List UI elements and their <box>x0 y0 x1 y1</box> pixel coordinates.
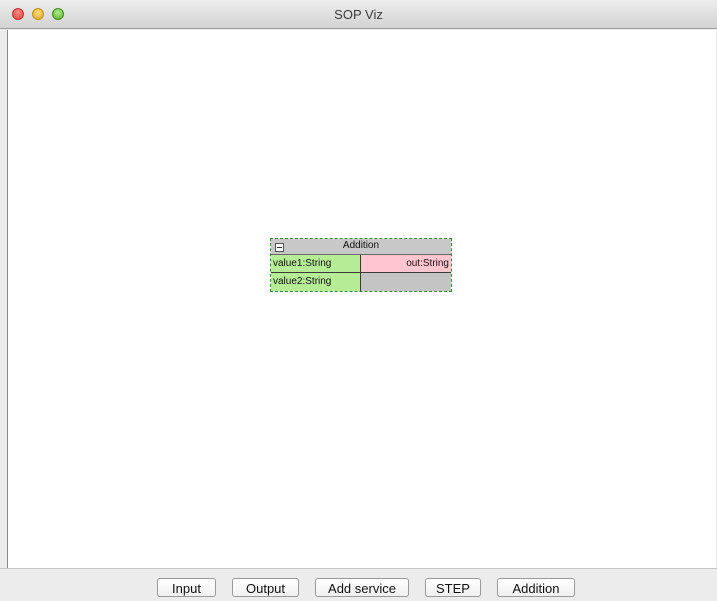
output-port-out[interactable]: out:String <box>361 255 451 273</box>
node-header[interactable]: Addition <box>271 239 451 255</box>
input-button[interactable]: Input <box>157 578 216 597</box>
service-node-addition[interactable]: Addition value1:String out:String value2… <box>270 238 452 292</box>
window-title: SOP Viz <box>334 7 383 22</box>
input-port-value1[interactable]: value1:String <box>271 255 361 273</box>
addition-button[interactable]: Addition <box>497 578 575 597</box>
window-titlebar[interactable]: SOP Viz <box>0 0 717 29</box>
add-service-button[interactable]: Add service <box>315 578 409 597</box>
output-button[interactable]: Output <box>232 578 299 597</box>
node-title: Addition <box>342 240 380 251</box>
bottom-toolbar: Input Output Add service STEP Addition <box>0 568 717 601</box>
step-button[interactable]: STEP <box>425 578 481 597</box>
empty-output-cell <box>361 273 451 291</box>
input-port-value2[interactable]: value2:String <box>271 273 361 291</box>
graph-canvas[interactable]: Addition value1:String out:String value2… <box>7 30 716 568</box>
